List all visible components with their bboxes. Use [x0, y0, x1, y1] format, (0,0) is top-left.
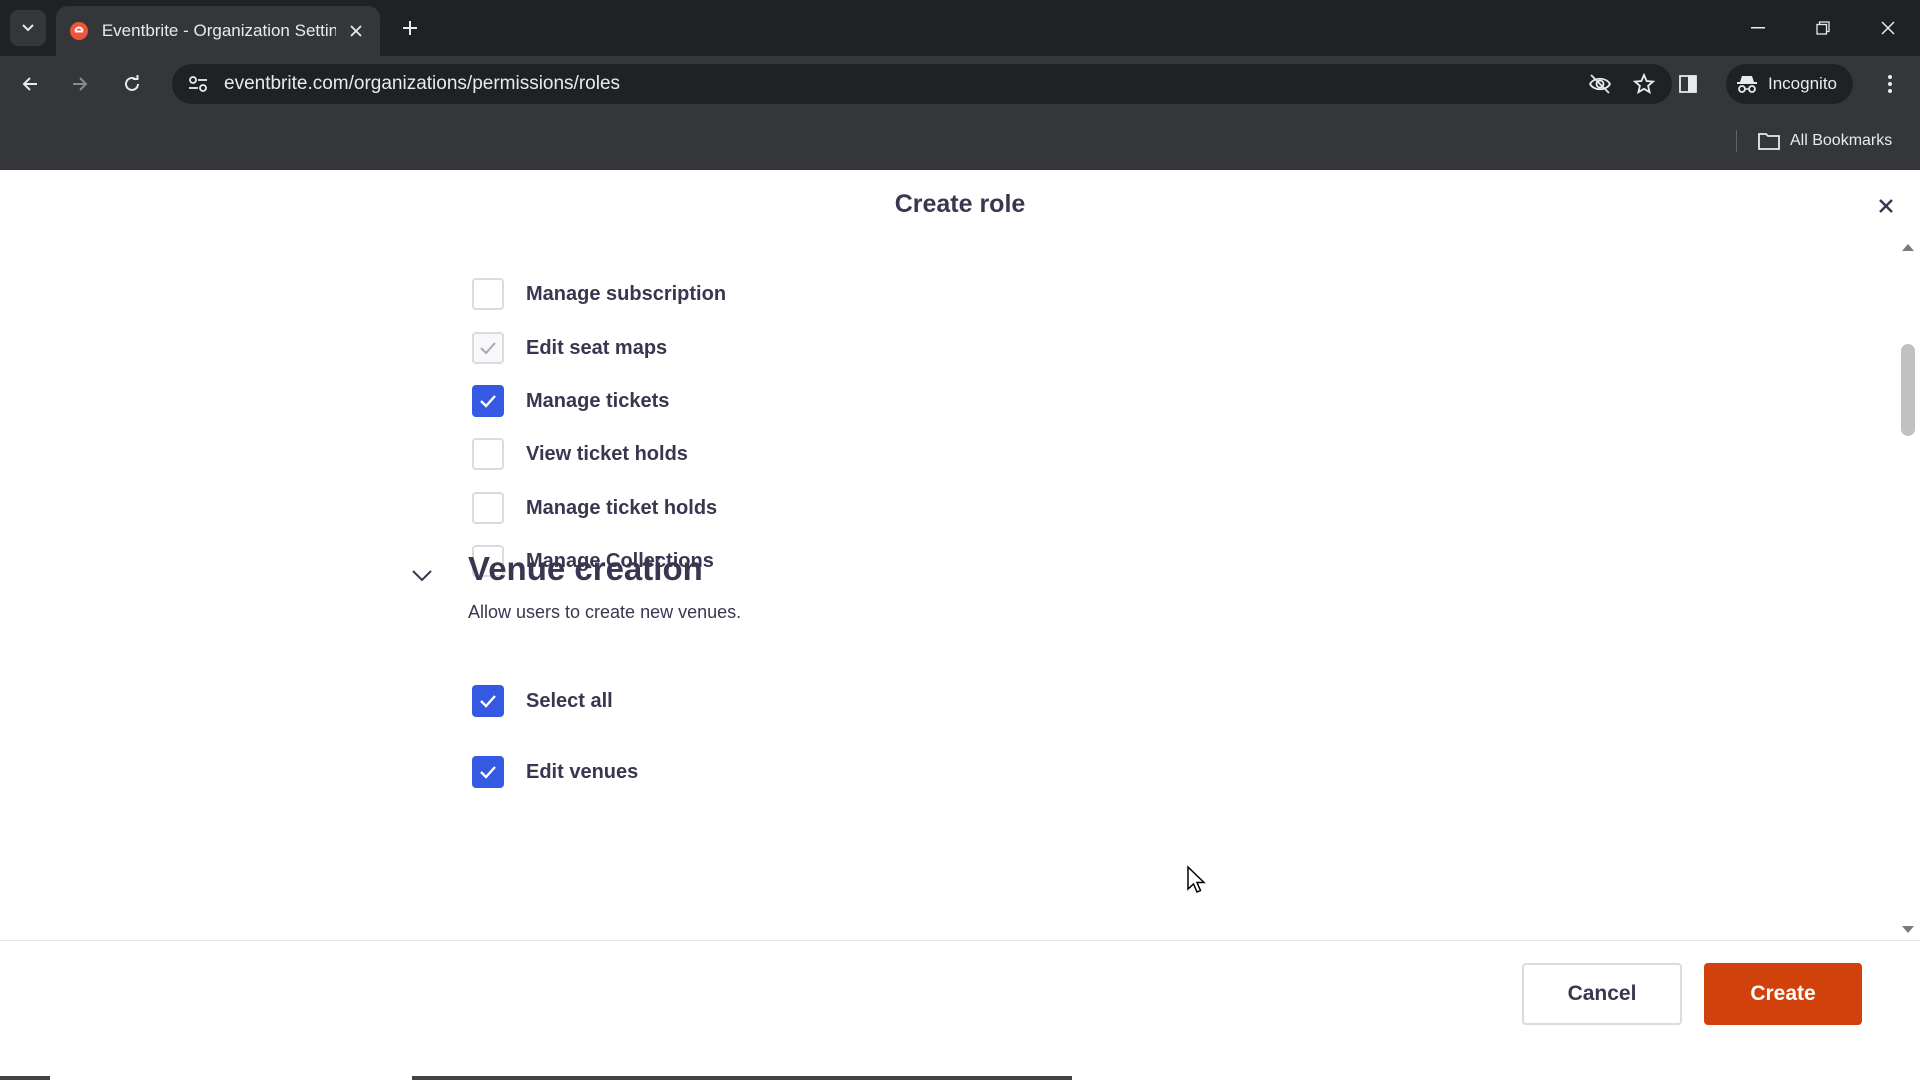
select-all-checkbox[interactable] — [472, 685, 504, 717]
incognito-icon — [1737, 76, 1757, 93]
manage-tickets-checkbox[interactable] — [472, 385, 504, 417]
permissions-scroll-area[interactable]: Manage subscription Edit seat maps Manag… — [0, 240, 1920, 940]
site-settings-icon[interactable] — [182, 68, 214, 100]
all-bookmarks-label: All Bookmarks — [1790, 132, 1893, 149]
eye-off-icon[interactable] — [1584, 68, 1616, 100]
venue-section-toggle[interactable] — [406, 560, 438, 592]
venue-section-description: Allow users to create new venues. — [468, 602, 742, 622]
mouse-cursor-icon — [1186, 865, 1206, 900]
check-icon — [480, 695, 496, 708]
address-bar[interactable]: eventbrite.com/organizations/permissions… — [172, 64, 1672, 104]
incognito-badge[interactable]: Incognito — [1726, 64, 1853, 104]
modal-title: Create role — [894, 190, 1026, 218]
url-text[interactable]: eventbrite.com/organizations/permissions… — [224, 73, 1584, 95]
permission-label: Manage subscription — [526, 282, 727, 305]
plus-icon — [403, 21, 417, 35]
arrow-right-icon — [73, 77, 88, 91]
forward-button[interactable] — [64, 68, 96, 100]
new-tab-button[interactable] — [396, 14, 424, 42]
permission-row[interactable]: Manage tickets — [472, 384, 669, 418]
permission-row[interactable]: Select all — [472, 684, 613, 718]
edit-seat-maps-checkbox[interactable] — [472, 332, 504, 364]
permission-label: Manage ticket holds — [526, 496, 718, 519]
close-icon — [1879, 199, 1893, 213]
back-button[interactable] — [14, 68, 46, 100]
restore-icon — [1816, 21, 1830, 35]
permission-label: Manage tickets — [526, 389, 670, 412]
permission-row[interactable]: Edit seat maps — [472, 331, 667, 365]
permission-label: Select all — [526, 689, 613, 712]
bottom-bar-segment — [412, 1076, 1072, 1080]
star-icon[interactable] — [1628, 68, 1660, 100]
cancel-button[interactable]: Cancel — [1522, 963, 1682, 1025]
permission-row[interactable]: Manage subscription — [472, 277, 726, 311]
check-icon — [480, 342, 496, 355]
more-vertical-icon — [1888, 75, 1892, 93]
manage-subscription-checkbox[interactable] — [472, 278, 504, 310]
incognito-label: Incognito — [1768, 74, 1837, 93]
chevron-down-icon — [412, 570, 432, 582]
tab-strip: Eventbrite - Organization Settin — [0, 0, 1920, 56]
tab-search-button[interactable] — [10, 10, 46, 46]
scroll-down-arrow-icon[interactable] — [1902, 926, 1914, 933]
permission-label: Edit seat maps — [526, 336, 668, 359]
side-panel-icon — [1679, 75, 1697, 93]
side-panel-button[interactable] — [1672, 68, 1704, 100]
bookmarks-divider — [1736, 130, 1737, 152]
permission-row[interactable]: Manage ticket holds — [472, 491, 717, 525]
arrow-left-icon — [22, 77, 37, 91]
create-role-modal: Create role Manage subscription Edit sea… — [0, 170, 1920, 1080]
browser-tab[interactable]: Eventbrite - Organization Settin — [56, 6, 380, 56]
modal-footer: Cancel Create — [0, 940, 1920, 1080]
chevron-down-icon — [22, 24, 34, 32]
venue-section-title: Venue creation — [468, 550, 703, 587]
minimize-icon — [1751, 27, 1765, 29]
view-ticket-holds-checkbox[interactable] — [472, 438, 504, 470]
reload-icon — [125, 75, 139, 91]
bottom-bar-segment — [0, 1076, 50, 1080]
bookmarks-bar: All Bookmarks — [0, 112, 1920, 170]
eventbrite-favicon-icon — [68, 20, 90, 42]
browser-toolbar: eventbrite.com/organizations/permissions… — [0, 56, 1920, 112]
modal-close-button[interactable] — [1870, 190, 1902, 222]
restore-button[interactable] — [1803, 12, 1843, 44]
scrollbar-thumb[interactable] — [1901, 344, 1915, 436]
browser-menu-button[interactable] — [1874, 68, 1906, 100]
minimize-button[interactable] — [1738, 12, 1778, 44]
create-button[interactable]: Create — [1704, 963, 1862, 1025]
permission-row[interactable]: Edit venues — [472, 755, 638, 789]
close-icon — [1881, 21, 1895, 35]
modal-header: Create role — [0, 170, 1920, 240]
folder-icon — [1758, 132, 1780, 150]
edit-venues-checkbox[interactable] — [472, 756, 504, 788]
check-icon — [480, 766, 496, 779]
scroll-up-arrow-icon[interactable] — [1902, 244, 1914, 251]
permission-row[interactable]: View ticket holds — [472, 437, 688, 471]
all-bookmarks-button[interactable]: All Bookmarks — [1758, 126, 1892, 156]
tab-close-icon[interactable] — [344, 19, 368, 43]
reload-button[interactable] — [116, 68, 148, 100]
window-close-button[interactable] — [1868, 12, 1908, 44]
tab-title: Eventbrite - Organization Settin — [101, 21, 337, 40]
check-icon — [480, 395, 496, 408]
permission-label: View ticket holds — [526, 442, 688, 465]
manage-ticket-holds-checkbox[interactable] — [472, 492, 504, 524]
permission-label: Edit venues — [526, 760, 639, 783]
modal-scrollbar[interactable] — [1896, 240, 1920, 940]
